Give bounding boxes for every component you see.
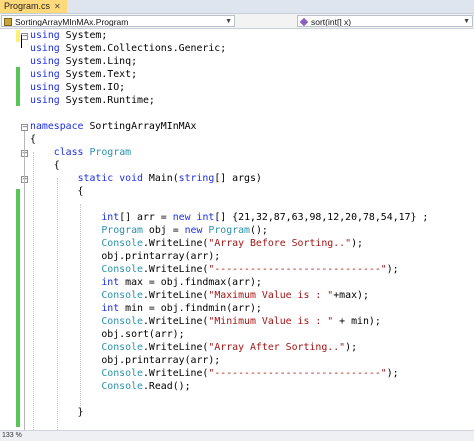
code-line[interactable]: Program obj = new Program(); [30,224,268,237]
code-line[interactable]: } [30,406,84,419]
code-line[interactable]: { [30,185,84,198]
member-dropdown-value: sort(int[] x) [311,17,352,27]
status-bar: 133 % [0,430,474,441]
outline-line [24,131,25,430]
code-line[interactable]: using System.Text; [30,68,137,81]
document-tab-bar: Program.cs ✕ [0,0,474,14]
code-editor[interactable]: − − − − using System; using System.Collec… [0,29,474,430]
code-line[interactable]: Console.WriteLine("Array Before Sorting.… [30,237,363,250]
member-dropdown[interactable]: sort(int[] x) ▼ [297,15,473,27]
type-dropdown-value: SortingArrayMInMAx.Program [15,17,129,27]
text-cursor [21,35,22,48]
close-tab-icon[interactable]: ✕ [54,2,61,11]
collapse-namespace-icon[interactable]: − [21,124,28,131]
tab-title: Program.cs [4,1,51,11]
code-line[interactable]: obj.printarray(arr); [30,250,220,263]
tab-program-cs[interactable]: Program.cs ✕ [0,0,67,13]
chevron-down-icon[interactable]: ▼ [463,16,470,26]
code-line[interactable]: obj.sort(arr); [30,328,184,341]
code-line[interactable]: Console.WriteLine("Minimum Value is : " … [30,315,380,328]
change-bar-unsaved [16,30,20,42]
change-bar-saved [16,67,20,106]
code-line[interactable]: using System; [30,29,107,42]
code-line[interactable]: using System.Collections.Generic; [30,42,226,55]
code-line[interactable]: using System.Runtime; [30,94,155,107]
method-icon [299,17,309,26]
code-line[interactable]: int min = obj.findmin(arr); [30,302,262,315]
code-line[interactable]: class Program [30,146,131,159]
code-line[interactable]: Console.WriteLine("---------------------… [30,263,398,276]
code-line[interactable]: using System.Linq; [30,55,137,68]
code-line[interactable]: { [30,133,36,146]
class-icon [4,18,12,26]
navigation-bar: SortingArrayMInMAx.Program ▼ sort(int[] … [0,14,474,29]
code-line[interactable]: int[] arr = new int[] {21,32,87,63,98,12… [30,211,428,224]
code-line[interactable]: static void Main(string[] args) [30,172,262,185]
chevron-down-icon[interactable]: ▼ [225,16,232,26]
code-line[interactable]: Console.Read(); [30,380,190,393]
code-line[interactable]: Console.WriteLine("Maximum Value is : "+… [30,289,369,302]
collapse-using-icon[interactable]: − [21,33,28,40]
type-dropdown[interactable]: SortingArrayMInMAx.Program ▼ [1,15,235,27]
code-line[interactable]: Console.WriteLine("Array After Sorting..… [30,341,357,354]
code-line[interactable]: int max = obj.findmax(arr); [30,276,262,289]
change-bar-saved [16,189,20,427]
code-line[interactable]: { [30,159,60,172]
code-line[interactable]: using System.IO; [30,81,125,94]
code-line[interactable]: obj.printarray(arr); [30,354,220,367]
code-line[interactable]: namespace SortingArrayMInMAx [30,120,196,133]
code-line[interactable]: Console.WriteLine("---------------------… [30,367,398,380]
